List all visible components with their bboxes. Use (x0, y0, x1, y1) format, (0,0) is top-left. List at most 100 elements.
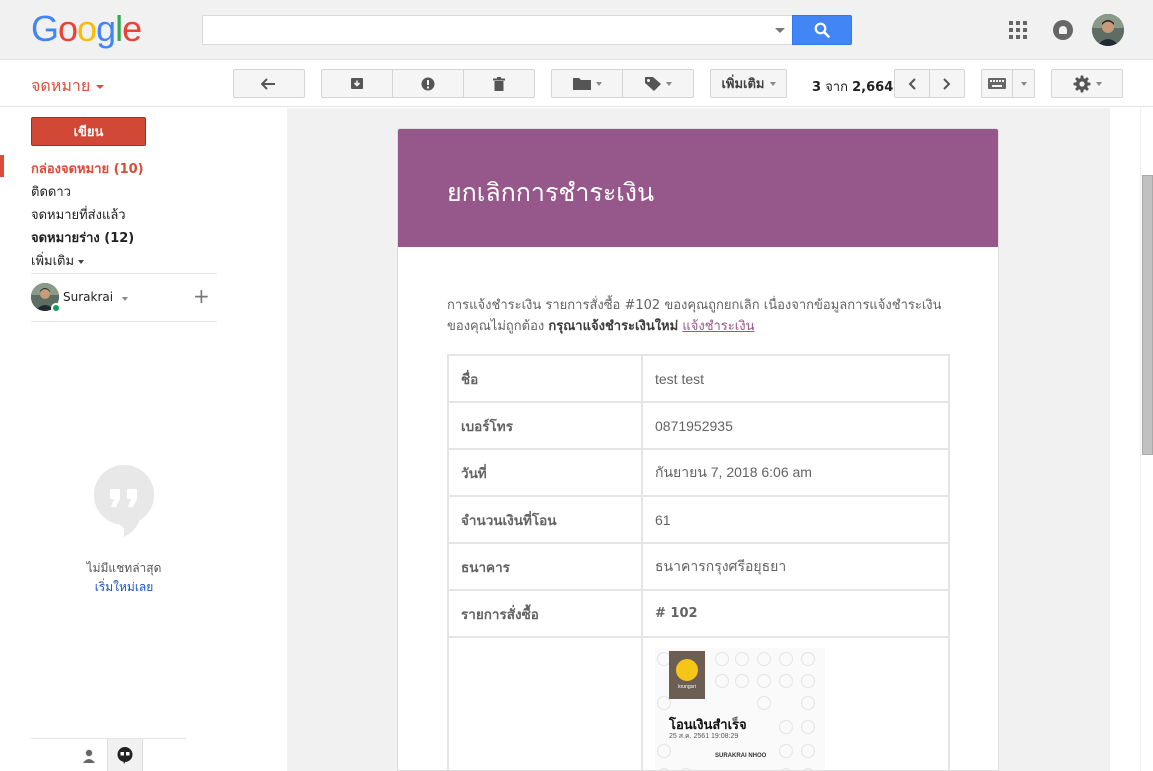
table-row: จำนวนเงินที่โอน 61 (447, 495, 950, 544)
table-row: krungsri โอนเงินสำเร็จ 25 ส.ค. 2561 19:0… (447, 636, 950, 770)
sidebar-item-more[interactable]: เพิ่มเติม (31, 250, 85, 271)
count-total: 2,664 (852, 80, 894, 95)
payment-details-table: ชื่อ test test เบอร์โทร 0871952935 วันที… (447, 354, 950, 770)
sidebar-item-label: จดหมายร่าง (12) (31, 231, 135, 246)
top-header: Google (0, 0, 1153, 60)
move-to-button[interactable] (551, 69, 623, 98)
watermark-circle (735, 674, 749, 688)
sidebar-item-starred[interactable]: ติดดาว (31, 181, 71, 202)
mail-app-switcher[interactable]: จดหมาย (31, 74, 105, 99)
hangouts-user-name: Surakrai (63, 290, 114, 304)
watermark-circle (715, 674, 729, 688)
contacts-tab[interactable] (71, 739, 107, 771)
table-row: รายการสั่งซื้อ # 102 (447, 589, 950, 638)
table-row: เบอร์โทร 0871952935 (447, 401, 950, 450)
row-key-name: ชื่อ (447, 354, 643, 403)
scrollbar-thumb[interactable] (1142, 175, 1153, 455)
hangouts-user-menu[interactable]: Surakrai (63, 290, 128, 304)
google-logo[interactable]: Google (31, 8, 142, 50)
compose-button[interactable]: เขียน (31, 117, 146, 146)
watermark-circle (735, 652, 749, 666)
spam-exclamation-icon (421, 77, 435, 90)
sidebar-item-inbox[interactable]: กล่องจดหมาย (10) (31, 158, 144, 179)
sidebar-item-label: เพิ่มเติม (31, 254, 75, 269)
row-key-phone: เบอร์โทร (447, 401, 643, 450)
input-tools-dropdown[interactable] (1012, 69, 1035, 98)
labels-button[interactable] (622, 69, 694, 98)
sidebar-item-label: กล่องจดหมาย (10) (31, 162, 144, 177)
person-icon (83, 749, 95, 763)
new-conversation-plus-icon[interactable]: + (193, 286, 210, 306)
mail-toolbar: จดหมาย เพิ่มเติม 3 จาก 2,664 (0, 60, 1153, 107)
settings-button[interactable] (1051, 69, 1123, 98)
slip-datetime: 25 ส.ค. 2561 19:08:29 (669, 733, 739, 740)
watermark-circle (801, 720, 815, 734)
search-input[interactable] (203, 16, 763, 44)
sidebar-item-drafts[interactable]: จดหมายร่าง (12) (31, 227, 134, 248)
search-options-dropdown-icon[interactable] (775, 28, 785, 33)
avatar-photo (1092, 14, 1124, 46)
back-to-inbox-button[interactable] (233, 69, 305, 98)
logo-letter: o (77, 8, 97, 49)
sidebar-item-label: ติดดาว (31, 185, 71, 200)
row-key-empty (447, 636, 643, 770)
row-value-amount: 61 (641, 495, 950, 544)
message-count: 3 จาก 2,664 (812, 76, 893, 97)
table-row: ชื่อ test test (447, 354, 950, 403)
watermark-circle (801, 696, 815, 710)
row-value-bank: ธนาคารกรุงศรีอยุธยา (641, 542, 950, 591)
transfer-slip-image[interactable]: krungsri โอนเงินสำเร็จ 25 ส.ค. 2561 19:0… (655, 648, 825, 770)
logo-letter: g (96, 8, 116, 49)
chevron-right-icon (943, 77, 951, 90)
row-key-bank: ธนาคาร (447, 542, 643, 591)
more-actions-button[interactable]: เพิ่มเติม (710, 69, 787, 98)
divider (31, 273, 217, 274)
table-row: ธนาคาร ธนาคารกรุงศรีอยุธยา (447, 542, 950, 591)
chevron-down-icon (96, 84, 105, 89)
input-tools-button[interactable] (981, 69, 1013, 98)
watermark-circle (779, 652, 793, 666)
watermark-circle (779, 744, 793, 758)
slip-logo-text: krungsri (678, 684, 696, 690)
archive-icon (351, 78, 363, 89)
chevron-down-icon (595, 81, 602, 86)
older-button[interactable] (929, 69, 965, 98)
watermark-circle (779, 720, 793, 734)
watermark-circle (801, 674, 815, 688)
start-new-chat-link[interactable]: เริ่มใหม่เลย (60, 578, 188, 597)
email-header-banner: ยกเลิกการชำระเงิน (398, 129, 998, 247)
apps-grid-icon[interactable] (1009, 21, 1027, 39)
watermark-circle (801, 652, 815, 666)
row-key-amount: จำนวนเงินที่โอน (447, 495, 643, 544)
hangouts-tab[interactable] (107, 739, 143, 771)
watermark-circle (757, 674, 771, 688)
chevron-down-icon (121, 297, 128, 301)
notifications-icon[interactable] (1053, 20, 1073, 40)
sidebar-item-sent[interactable]: จดหมายที่ส่งแล้ว (31, 204, 126, 225)
hangouts-quote-icon (94, 465, 154, 537)
trash-icon (493, 76, 505, 91)
count-of: จาก (825, 80, 848, 95)
archive-button[interactable] (321, 69, 393, 98)
delete-button[interactable] (463, 69, 535, 98)
account-avatar[interactable] (1092, 14, 1124, 46)
more-actions-label: เพิ่มเติม (721, 77, 765, 92)
watermark-circle (657, 744, 671, 758)
krungsri-logo: krungsri (669, 651, 705, 699)
row-value-phone: 0871952935 (641, 401, 950, 450)
report-spam-button[interactable] (392, 69, 464, 98)
row-value-slip: krungsri โอนเงินสำเร็จ 25 ส.ค. 2561 19:0… (641, 636, 950, 770)
row-value-order: # 102 (641, 589, 950, 638)
hangouts-chat-icon (117, 747, 133, 764)
logo-letter: e (122, 8, 142, 49)
back-arrow-icon (261, 77, 275, 90)
notify-payment-link[interactable]: แจ้งชำระเงิน (682, 319, 754, 334)
chevron-down-icon (1020, 81, 1027, 86)
sidebar-item-label: จดหมายที่ส่งแล้ว (31, 208, 126, 223)
watermark-circle (801, 744, 815, 758)
folder-icon (572, 78, 591, 90)
no-recent-chats-text: ไม่มีแชทล่าสุด (86, 561, 162, 575)
search-button[interactable] (792, 15, 852, 45)
intro-bold-text: กรุณาแจ้งชำระเงินใหม่ (548, 319, 679, 334)
newer-button[interactable] (894, 69, 930, 98)
